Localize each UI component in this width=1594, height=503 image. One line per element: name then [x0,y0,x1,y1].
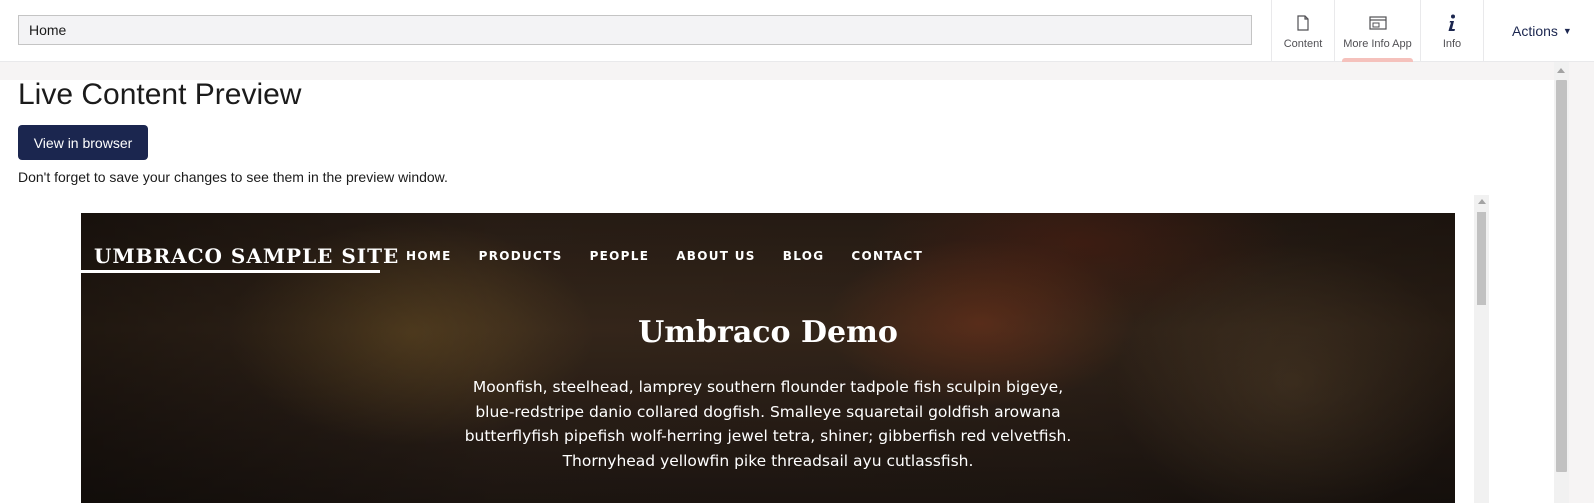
document-icon [1297,12,1309,34]
hero-title: Umbraco Demo [638,315,898,350]
content-name-input[interactable]: Home [18,15,1252,45]
app-content-label: Content [1283,38,1323,50]
app-more-info-button[interactable]: More Info App [1334,0,1420,62]
preview-scroll-thumb[interactable] [1477,212,1486,305]
window-icon [1368,12,1387,34]
info-icon [1447,12,1457,34]
actions-label: Actions [1512,23,1558,39]
hero-text: Moonfish, steelhead, lamprey southern fl… [464,378,1072,470]
page-scroll-thumb[interactable] [1556,80,1567,472]
save-note: Don't forget to save your changes to see… [18,169,448,185]
editor-header: Home Content More Info App Info Actions … [0,0,1594,62]
app-info-label: Info [1442,38,1462,50]
page-scrollbar[interactable] [1554,62,1569,503]
site-nav-about-us[interactable]: ABOUT US [676,249,756,263]
site-nav-people[interactable]: PEOPLE [590,249,650,263]
site-navigation: HOME PRODUCTS PEOPLE ABOUT US BLOG CONTA… [406,249,950,263]
content-apps: Content More Info App Info [1271,0,1483,62]
scroll-up-arrow-icon[interactable] [1557,68,1565,73]
active-app-indicator [1342,58,1413,62]
site-preview-frame[interactable]: UMBRACO SAMPLE SITE HOME PRODUCTS PEOPLE… [81,213,1455,503]
site-logo[interactable]: UMBRACO SAMPLE SITE [94,244,399,268]
site-nav-blog[interactable]: BLOG [783,249,825,263]
actions-dropdown[interactable]: Actions ▼ [1483,0,1594,62]
logo-underline [81,270,380,273]
app-info-button[interactable]: Info [1420,0,1483,62]
app-more-info-label: More Info App [1343,38,1412,50]
preview-title: Live Content Preview [18,78,302,111]
view-in-browser-button[interactable]: View in browser [18,125,148,160]
app-content-button[interactable]: Content [1271,0,1334,62]
site-nav-products[interactable]: PRODUCTS [479,249,563,263]
site-nav-contact[interactable]: CONTACT [851,249,923,263]
site-nav-home[interactable]: HOME [406,249,452,263]
preview-scrollbar[interactable] [1474,195,1489,503]
caret-down-icon: ▼ [1562,26,1572,36]
scroll-up-arrow-icon[interactable] [1478,199,1486,204]
